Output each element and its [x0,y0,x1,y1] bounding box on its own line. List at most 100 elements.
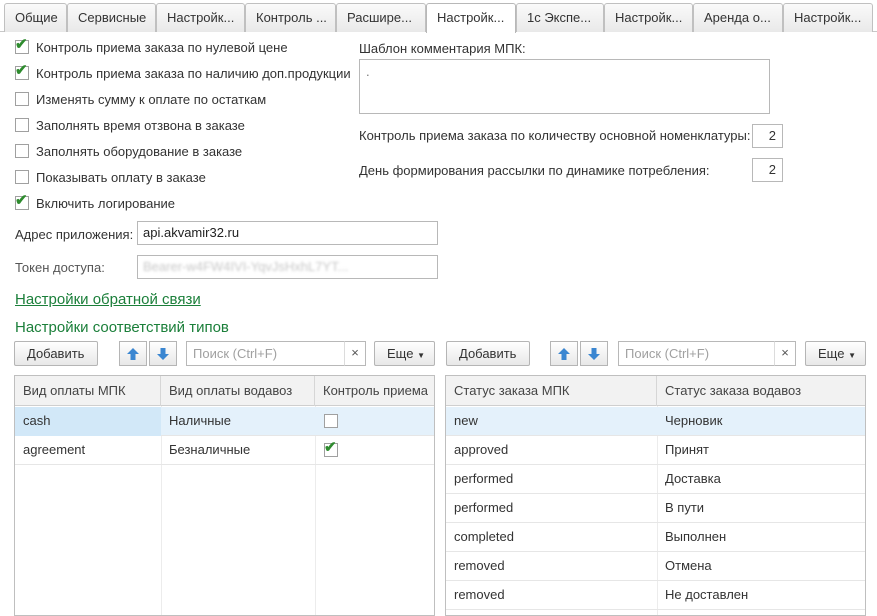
move-down-button-status[interactable] [580,341,608,366]
tab-extension[interactable]: Расшире... [336,3,426,32]
column-header[interactable]: Статус заказа водавоз [657,376,865,406]
checkbox-box[interactable]: ✔ [15,63,29,80]
checkmark-icon: ✔ [324,439,337,456]
add-button-status[interactable]: Добавить [446,341,530,366]
tab-general[interactable]: Общие [4,3,67,32]
tab-settings-3[interactable]: Настройк... [783,3,873,32]
access-token-value: Bearer-w4FW4IVI-YqvJsHxhL7YT... [143,259,349,274]
app-address-input[interactable]: api.akvamir32.ru [137,221,438,245]
tab-label: Аренда о... [704,10,771,25]
table-row[interactable]: performed Доставка [446,465,865,494]
column-header[interactable]: Вид оплаты водавоз [161,376,315,406]
control-checkbox[interactable] [324,414,338,428]
move-down-button-payment[interactable] [149,341,177,366]
tab-label: Настройк... [437,10,505,25]
search-clear-button-payment[interactable]: × [344,341,366,366]
search-input-status[interactable]: Поиск (Ctrl+F) [618,341,775,366]
checkbox-enable-logging[interactable]: ✔ Включить логирование [15,193,175,213]
mpk-comment-textarea[interactable]: . [359,59,770,114]
search-placeholder: Поиск (Ctrl+F) [625,346,710,361]
tab-label: Контроль ... [256,10,327,25]
checkbox-box[interactable] [15,144,29,158]
table-row[interactable]: new Черновик [446,407,865,436]
cell-vodavoz-status: Не доставлен [665,587,749,602]
search-clear-button-status[interactable]: × [774,341,796,366]
checkbox-label: Изменять сумму к оплате по остаткам [36,91,267,107]
payment-type-table: Вид оплаты МПК Вид оплаты водавоз Контро… [14,375,435,616]
move-up-button-status[interactable] [550,341,578,366]
cell-mpk-status: removed [454,558,505,573]
column-header[interactable]: Вид оплаты МПК [15,376,161,406]
cell-vodavoz-payment: Наличные [169,413,231,428]
table-row[interactable]: approved Принят [446,436,865,465]
tab-1c-expedition[interactable]: 1с Экспе... [516,3,604,32]
cell-mpk-payment: agreement [23,442,86,457]
search-input-payment[interactable]: Поиск (Ctrl+F) [186,341,345,366]
table-row[interactable]: cash Наличные [15,407,434,436]
checkmark-icon: ✔ [15,192,28,209]
checkbox-fill-equipment[interactable]: Заполнять оборудование в заказе [15,141,242,161]
checkbox-box[interactable] [15,170,29,184]
tab-settings-1[interactable]: Настройк... [156,3,245,32]
move-up-button-payment[interactable] [119,341,147,366]
control-checkbox[interactable]: ✔ [324,439,338,457]
checkbox-box[interactable]: ✔ [15,37,29,54]
mailing-day-input[interactable]: 2 [752,158,783,182]
table-row[interactable]: performed В пути [446,494,865,523]
checkbox-label: Контроль приема заказа по наличию доп.пр… [36,65,351,81]
checkbox-box[interactable]: ✔ [15,192,29,210]
arrow-down-icon [588,348,600,360]
tab-label: Настройк... [794,10,862,25]
nomenclature-control-input[interactable]: 2 [752,124,783,148]
arrow-up-icon [127,348,139,360]
feedback-settings-link[interactable]: Настройки обратной связи [15,291,201,308]
type-mapping-title: Настройки соответствий типов [15,319,229,336]
table-row[interactable]: removed Отмена [446,552,865,581]
table-header: Вид оплаты МПК Вид оплаты водавоз Контро… [15,376,434,406]
checkbox-change-sum-by-stock[interactable]: Изменять сумму к оплате по остаткам [15,89,266,109]
more-button-status[interactable]: Еще ▼ [805,341,866,366]
checkbox-box[interactable] [15,92,29,106]
nomenclature-control-label: Контроль приема заказа по количеству осн… [359,128,751,143]
table-row[interactable]: agreement Безналичные ✔ [15,436,434,465]
tab-settings-active[interactable]: Настройк... [426,3,516,33]
checkbox-box[interactable] [15,118,29,132]
mailing-day-label: День формирования рассылки по динамике п… [359,163,710,178]
mailing-day-value: 2 [768,162,776,177]
cell-vodavoz-status: Выполнен [665,529,727,544]
access-token-input[interactable]: Bearer-w4FW4IVI-YqvJsHxhL7YT... [137,255,438,279]
cell-mpk-payment: cash [15,407,161,436]
checkbox-label: Заполнять оборудование в заказе [36,143,243,159]
more-button-label: Еще [818,346,845,361]
tab-settings-2[interactable]: Настройк... [604,3,693,32]
cell-mpk-status: new [454,413,478,428]
tab-control[interactable]: Контроль ... [245,3,336,32]
checkbox-zero-price-control[interactable]: ✔ Контроль приема заказа по нулевой цене [15,37,288,57]
tab-rent[interactable]: Аренда о... [693,3,783,32]
checkbox-label: Включить логирование [36,195,176,211]
tab-strip: Общие Сервисные Настройк... Контроль ...… [0,0,877,33]
cell-vodavoz-payment: Безналичные [169,442,251,457]
close-icon: × [351,345,359,360]
tab-label: Сервисные [78,10,147,25]
chevron-down-icon: ▼ [848,351,856,360]
column-header[interactable]: Контроль приема [315,376,434,406]
cell-vodavoz-status: Доставка [665,471,721,486]
more-button-payment[interactable]: Еще ▼ [374,341,435,366]
table-row[interactable]: removed Не доставлен [446,581,865,610]
cell-vodavoz-status: Отмена [665,558,712,573]
tab-service[interactable]: Сервисные [67,3,156,32]
add-button-payment[interactable]: Добавить [14,341,98,366]
app-address-label: Адрес приложения: [15,227,134,242]
table-row[interactable]: completed Выполнен [446,523,865,552]
cell-vodavoz-status: В пути [665,500,705,515]
cell-vodavoz-status: Принят [665,442,710,457]
cell-mpk-status: approved [454,442,509,457]
checkbox-show-payment[interactable]: Показывать оплату в заказе [15,167,206,187]
arrow-down-icon [157,348,169,360]
column-header[interactable]: Статус заказа МПК [446,376,657,406]
checkbox-callback-time[interactable]: Заполнять время отзвона в заказе [15,115,245,135]
checkbox-extra-products-control[interactable]: ✔ Контроль приема заказа по наличию доп.… [15,63,351,83]
chevron-down-icon: ▼ [417,351,425,360]
cell-control [315,407,434,436]
